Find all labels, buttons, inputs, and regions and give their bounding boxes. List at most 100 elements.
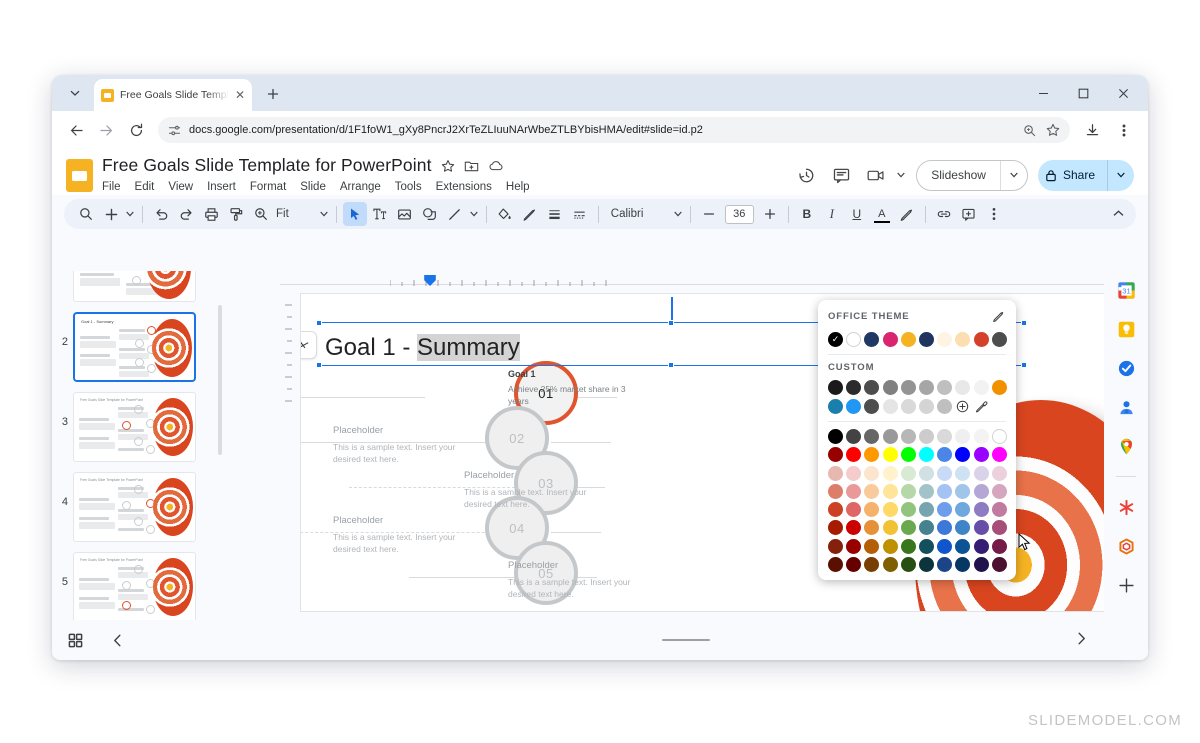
slide-thumbnail[interactable]: Free Goals Slide Template for PowerPoint [73,472,196,542]
grid-swatch-7-9[interactable] [991,557,1007,573]
grid-swatch-1-5[interactable] [918,447,934,463]
toolbar-collapse-chevron-up-icon[interactable] [1113,209,1124,219]
link-icon[interactable] [932,202,956,226]
cursor-select-icon[interactable] [342,202,367,226]
grid-swatch-5-6[interactable] [937,520,953,536]
resize-handle[interactable] [316,362,322,368]
grid-swatch-0-1[interactable] [846,429,862,444]
grid-swatch-2-0[interactable] [828,465,843,481]
custom-swatch-b-4[interactable] [900,399,916,414]
grid-swatch-5-9[interactable] [991,520,1007,536]
grid-swatch-6-7[interactable] [955,538,971,554]
standard-color-grid[interactable] [828,429,1007,573]
google-calendar-icon[interactable]: 31 [1115,279,1137,301]
grid-swatch-6-9[interactable] [991,538,1007,554]
horizontal-ruler[interactable] [280,275,1132,287]
insert-image-icon[interactable] [393,202,417,226]
custom-swatch-b-6[interactable] [937,399,953,414]
tune-icon[interactable] [168,124,181,137]
custom-swatch-a-9[interactable] [991,380,1007,395]
filmstrip-collapse-chevron-left-icon[interactable] [113,634,122,647]
font-family-chevron-down-icon[interactable] [672,202,684,226]
menu-edit[interactable]: Edit [129,179,161,195]
color-grid-row-7[interactable] [828,557,1007,573]
google-keep-icon[interactable] [1115,318,1137,340]
slide-filmstrip[interactable]: 1 Free Goals Slide Template for PowerPoi… [52,271,224,620]
custom-color-row-1[interactable] [828,380,1007,395]
hexagon-addon-icon[interactable] [1115,535,1137,557]
grid-swatch-3-9[interactable] [991,483,1007,499]
grid-swatch-0-0[interactable] [828,429,843,444]
custom-swatch-b-2[interactable] [864,399,880,414]
custom-swatch-b-5[interactable] [918,399,934,414]
custom-swatch-a-6[interactable] [937,380,953,395]
theme-pencil-icon[interactable] [991,309,1006,324]
rotate-handle-icon[interactable] [301,331,317,359]
grid-swatch-3-4[interactable] [900,483,916,499]
download-icon[interactable] [1078,116,1106,144]
grid-swatch-6-5[interactable] [918,538,934,554]
slideshow-chevron-down-icon[interactable] [1001,171,1027,180]
grid-swatch-7-4[interactable] [900,557,916,573]
back-arrow-icon[interactable] [62,116,90,144]
theme-swatch-3[interactable] [882,332,898,347]
grid-view-icon[interactable] [68,633,83,648]
grid-swatch-0-6[interactable] [937,429,953,444]
browser-tab[interactable]: Free Goals Slide Template for P ✕ [94,79,252,111]
grid-swatch-6-2[interactable] [864,538,880,554]
menu-file[interactable]: File [96,179,127,195]
undo-icon[interactable] [149,202,173,226]
grid-swatch-0-3[interactable] [882,429,898,444]
expand-chevron-right-icon[interactable] [1077,632,1086,648]
grid-swatch-3-7[interactable] [955,483,971,499]
zoom-value[interactable]: Fit [274,208,293,220]
grid-swatch-2-8[interactable] [973,465,989,481]
document-title[interactable]: Free Goals Slide Template for PowerPoint [102,155,432,176]
grid-swatch-4-2[interactable] [864,502,880,518]
grid-swatch-7-8[interactable] [973,557,989,573]
grid-swatch-6-4[interactable] [900,538,916,554]
custom-swatch-a-7[interactable] [955,380,971,395]
grid-swatch-7-5[interactable] [918,557,934,573]
line-chevron-down-icon[interactable] [468,202,480,226]
custom-swatch-a-1[interactable] [846,380,862,395]
paint-format-icon[interactable] [224,202,248,226]
resize-handle[interactable] [1021,362,1027,368]
filmstrip-slide-4[interactable]: 4 Free Goals Slide Template for PowerPoi… [52,467,224,547]
grid-swatch-5-2[interactable] [864,520,880,536]
goal-text-block[interactable]: Goal 1 Achieve 25% market share in 3 yea… [508,369,648,408]
grid-swatch-1-9[interactable] [991,447,1007,463]
zoom-chevron-down-icon[interactable] [318,202,330,226]
theme-swatch-9[interactable] [991,332,1007,347]
slideshow-button[interactable]: Slideshow [916,159,1028,191]
color-grid-row-3[interactable] [828,483,1007,499]
filmstrip-slide-5[interactable]: 5 Free Goals Slide Template for PowerPoi… [52,547,224,620]
share-chevron-down-icon[interactable] [1108,171,1134,180]
decrease-font-size-icon[interactable] [697,202,721,226]
grid-swatch-7-7[interactable] [955,557,971,573]
color-grid-row-6[interactable] [828,538,1007,554]
slide-thumbnail[interactable]: Free Goals Slide Template for PowerPoint [73,271,196,302]
grid-swatch-0-2[interactable] [864,429,880,444]
tab-search-chevron-down-icon[interactable] [58,79,92,107]
url-bar[interactable]: docs.google.com/presentation/d/1F1foW1_g… [158,117,1070,143]
grid-swatch-4-8[interactable] [973,502,989,518]
add-addon-icon[interactable] [1115,574,1137,596]
theme-swatch-4[interactable] [900,332,916,347]
grid-swatch-5-8[interactable] [973,520,989,536]
grid-swatch-6-3[interactable] [882,538,898,554]
resize-handle[interactable] [668,320,674,326]
font-family-value[interactable]: Calibri [605,208,671,220]
slide-thumbnail[interactable]: Free Goals Slide Template for PowerPoint [73,392,196,462]
grid-swatch-7-3[interactable] [882,557,898,573]
redo-icon[interactable] [174,202,198,226]
border-color-icon[interactable] [518,202,542,226]
print-icon[interactable] [199,202,223,226]
minimize-icon[interactable] [1024,79,1062,107]
grid-swatch-4-9[interactable] [991,502,1007,518]
border-dash-icon[interactable] [568,202,592,226]
google-slides-logo[interactable] [66,159,93,192]
grid-swatch-2-5[interactable] [918,465,934,481]
vertical-ruler[interactable] [284,293,294,600]
grid-swatch-1-2[interactable] [864,447,880,463]
